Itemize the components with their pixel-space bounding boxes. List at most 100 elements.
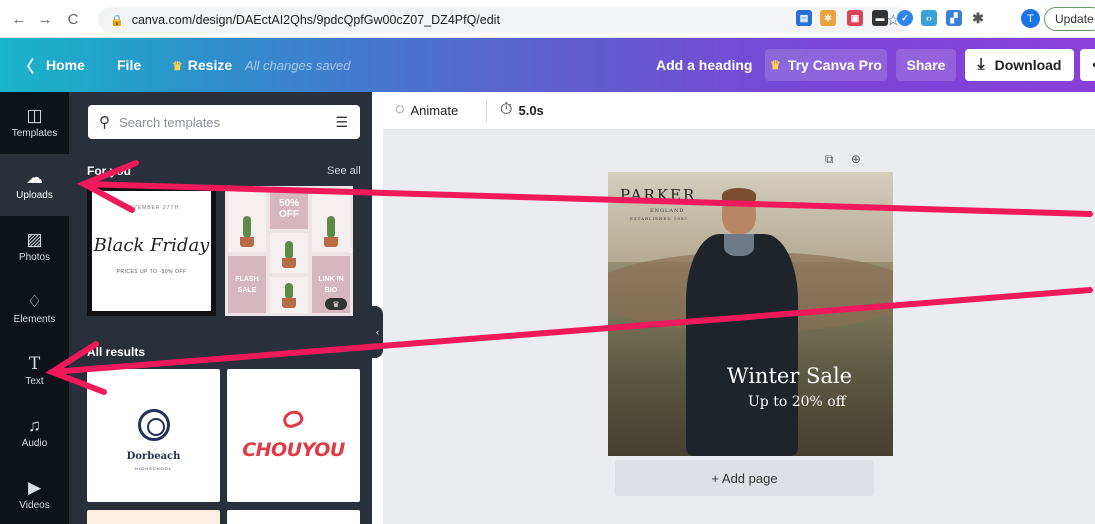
back-arrow-icon[interactable]: ← — [8, 8, 30, 30]
home-button[interactable]: 〈 Home — [18, 38, 85, 92]
nav-label: Uploads — [16, 190, 53, 201]
extension-icon[interactable]: ▤ — [796, 10, 812, 26]
search-icon: ⚲ — [99, 114, 110, 131]
download-icon: ⤓ — [977, 56, 985, 73]
extension-icon[interactable]: ▞ — [946, 10, 962, 26]
extension-icon[interactable]: ✓ — [897, 10, 913, 26]
template-thumbnail[interactable] — [227, 510, 360, 524]
extension-icon[interactable]: ▬ — [872, 10, 888, 26]
forward-arrow-icon[interactable]: → — [34, 8, 56, 30]
search-input[interactable]: ⚲ Search templates ☰ — [88, 105, 360, 139]
template-text: PRICES UP TO -50% OFF — [116, 269, 187, 275]
pro-crown-icon: ♛ — [325, 298, 347, 310]
nav-label: Videos — [19, 500, 50, 511]
extension-icon[interactable]: ‹› — [921, 10, 937, 26]
design-headline[interactable]: Winter Sale — [727, 364, 852, 388]
screen: ← → C 🔒 canva.com/design/DAEctAI2Qhs/9pd… — [0, 0, 1095, 524]
nav-audio[interactable]: ♫ Audio — [0, 402, 69, 464]
audio-icon: ♫ — [28, 416, 41, 435]
template-text: Black Friday — [93, 235, 210, 256]
duration-label: 5.0s — [518, 102, 544, 118]
nav-label: Photos — [18, 252, 51, 263]
design-title[interactable]: Add a heading — [656, 57, 752, 73]
crown-icon: ♛ — [172, 59, 183, 73]
lock-icon: 🔒 — [110, 14, 124, 27]
template-text: Dorbeach — [126, 451, 181, 462]
more-options-button[interactable]: • — [1080, 49, 1095, 81]
template-text: HIGHSCHOOL — [135, 466, 172, 471]
extension-icon[interactable]: ▣ — [847, 10, 863, 26]
template-badge: FLASH SALE — [228, 256, 266, 313]
download-label: Download — [994, 57, 1062, 73]
filter-icon[interactable]: ☰ — [335, 114, 348, 131]
templates-icon: ◫ — [26, 106, 43, 125]
toolbar-divider — [486, 100, 487, 122]
nav-videos[interactable]: ▶ Videos — [0, 464, 69, 524]
design-canvas[interactable]: PARKER ENGLAND ESTABLISHED 1985 Winter S… — [608, 172, 893, 456]
template-thumbnail[interactable] — [87, 510, 220, 524]
template-badge: 50% OFF — [270, 189, 308, 229]
nav-templates[interactable]: ◫ Templates — [0, 92, 69, 154]
url-text: canva.com/design/DAEctAI2Qhs/9pdcQpfGw00… — [131, 13, 500, 27]
template-cactus-sale[interactable]: 50% OFF FLASH SALE LINK IN BIO ♛ — [225, 186, 353, 316]
design-brand[interactable]: PARKER — [620, 186, 696, 204]
text-icon: T — [28, 354, 41, 374]
editor-top-bar: 〈 Home File ♛ Resize All changes saved Ad… — [0, 38, 1095, 92]
design-brand-sub[interactable]: ESTABLISHED 1985 — [630, 216, 688, 221]
browser-update-button[interactable]: Update — [1044, 7, 1095, 31]
timer-icon: ⏱ — [500, 101, 513, 118]
nav-text[interactable]: T Text — [0, 340, 69, 402]
template-tile — [312, 189, 350, 252]
home-label: Home — [46, 57, 85, 73]
nav-label: Elements — [13, 314, 56, 325]
extension-icon[interactable]: ✲ — [820, 10, 836, 26]
resize-label: Resize — [187, 57, 233, 73]
template-text: NOVEMBER 27TH — [123, 205, 180, 211]
nav-elements[interactable]: ♢ Elements — [0, 278, 69, 340]
address-bar[interactable]: 🔒 canva.com/design/DAEctAI2Qhs/9pdcQpfGw… — [98, 7, 910, 33]
template-tile — [228, 189, 266, 252]
profile-avatar[interactable]: T — [1021, 9, 1040, 28]
search-placeholder: Search templates — [119, 114, 221, 130]
try-canva-pro-button[interactable]: ♛ Try Canva Pro — [765, 49, 887, 81]
template-dorbeach[interactable]: Dorbeach HIGHSCHOOL — [87, 369, 220, 502]
animate-label: Animate — [410, 102, 459, 118]
collapse-panel-button[interactable]: ‹ — [372, 306, 383, 358]
animate-button[interactable]: ◌ Animate — [395, 101, 458, 119]
animate-icon: ◌ — [395, 101, 405, 118]
puzzle-icon[interactable]: ✱ — [970, 10, 986, 26]
nav-photos[interactable]: ▨ Photos — [0, 216, 69, 278]
photos-icon: ▨ — [26, 230, 43, 249]
nav-label: Templates — [11, 128, 58, 139]
duplicate-page-icon[interactable]: ⧉ — [825, 152, 834, 166]
add-page-button[interactable]: + Add page — [615, 460, 874, 496]
template-text: CHOUYOU — [242, 439, 345, 461]
crown-icon: ♛ — [770, 58, 781, 72]
download-button[interactable]: ⤓ Download — [965, 49, 1074, 81]
share-button[interactable]: Share — [896, 49, 956, 81]
design-subline[interactable]: Up to 20% off — [748, 394, 846, 410]
duration-button[interactable]: ⏱ 5.0s — [500, 101, 544, 119]
add-page-icon[interactable]: ⊕ — [851, 152, 861, 166]
photo-model — [678, 178, 808, 456]
section-title-for-you: For you — [87, 164, 131, 178]
template-tile — [270, 277, 308, 313]
file-menu-button[interactable]: File — [117, 57, 141, 73]
nav-label: Text — [25, 376, 44, 387]
reload-icon[interactable]: C — [62, 8, 84, 30]
template-tile — [270, 233, 308, 273]
editor-area: ◌ Animate ⏱ 5.0s ⧉ ⊕ PARKER ENGLAND ESTA… — [383, 92, 1095, 524]
design-brand-sub[interactable]: ENGLAND — [650, 208, 684, 214]
carousel-next-icon[interactable]: › — [349, 242, 353, 257]
try-pro-label: Try Canva Pro — [787, 57, 882, 73]
videos-icon: ▶ — [27, 478, 42, 497]
elements-icon: ♢ — [26, 292, 43, 311]
chouyou-logo — [280, 408, 306, 430]
resize-button[interactable]: ♛ Resize — [172, 57, 232, 73]
template-chouyou[interactable]: CHOUYOU — [227, 369, 360, 502]
template-black-friday[interactable]: NOVEMBER 27TH Black Friday PRICES UP TO … — [87, 186, 216, 316]
side-nav: ◫ Templates ☁ Uploads ▨ Photos ♢ Element… — [0, 92, 69, 524]
see-all-link[interactable]: See all — [327, 165, 361, 177]
dorbeach-logo — [138, 409, 170, 441]
nav-uploads[interactable]: ☁ Uploads — [0, 154, 69, 216]
